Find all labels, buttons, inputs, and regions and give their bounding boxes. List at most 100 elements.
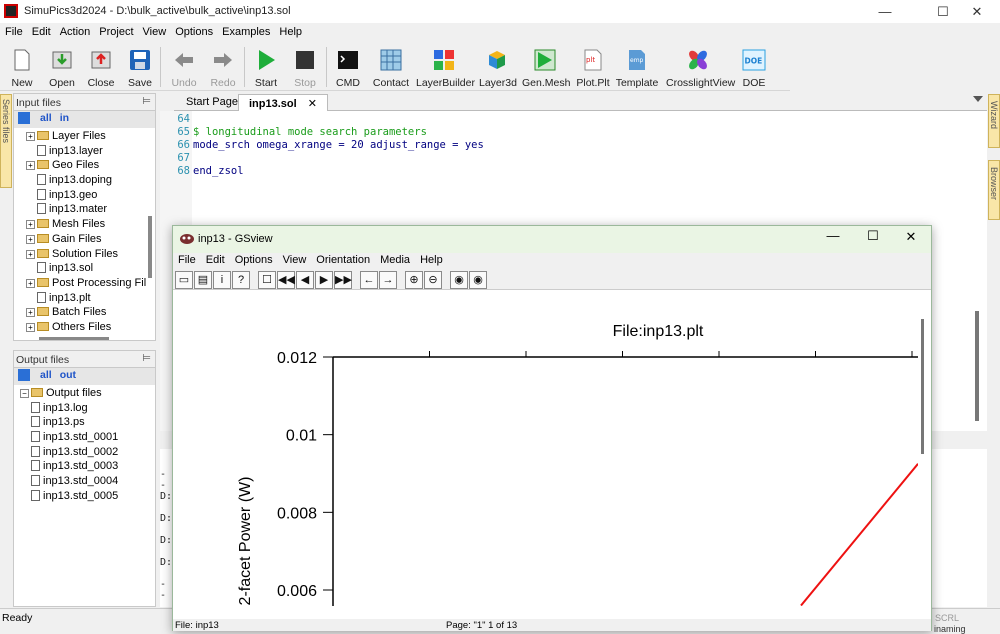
tree-item[interactable]: + Gain Files: [26, 233, 155, 248]
gs-find-icon[interactable]: ◉: [450, 271, 468, 289]
tree-item[interactable]: inp13.std_0004: [18, 475, 155, 490]
menu-examples[interactable]: Examples: [217, 24, 274, 38]
tree-item[interactable]: inp13.std_0005: [18, 489, 155, 505]
tree-item[interactable]: + Post Processing Fil: [26, 277, 155, 292]
gs-menu-view[interactable]: View: [278, 253, 312, 266]
doe-button[interactable]: DOE DOE: [739, 43, 769, 89]
close-button[interactable]: ✕: [954, 0, 1000, 23]
tree-item[interactable]: inp13.geo: [26, 188, 155, 204]
tree-item[interactable]: inp13.doping: [26, 174, 155, 189]
menu-action[interactable]: Action: [55, 24, 95, 38]
tree-item[interactable]: inp13.sol: [26, 262, 155, 277]
gs-goto-page-icon[interactable]: ☐: [258, 271, 276, 289]
gs-zoom-in-icon[interactable]: ⊕: [405, 271, 423, 289]
tree-item[interactable]: inp13.ps: [18, 416, 155, 431]
hscroll-thumb[interactable]: [39, 337, 109, 340]
layerbuilder-button[interactable]: LayerBuilder: [416, 43, 475, 89]
expand-toggle-icon[interactable]: −: [20, 389, 29, 398]
filter-out-button[interactable]: out: [60, 369, 76, 381]
series-files-side-tab[interactable]: Series files: [0, 94, 12, 188]
tree-item[interactable]: + Solution Files: [26, 248, 155, 263]
tree-item[interactable]: inp13.layer: [26, 144, 155, 160]
expand-toggle-icon[interactable]: +: [26, 234, 35, 244]
gsview-page-view[interactable]: File:inp13.plt 0.006 0.008 0.01 0.012 2-fac…: [173, 291, 931, 606]
tree-item[interactable]: inp13.std_0001: [18, 431, 155, 446]
close-file-button[interactable]: Close: [86, 43, 116, 89]
gs-last-page-icon[interactable]: ▶▶: [334, 271, 352, 289]
tree-item[interactable]: inp13.std_0003: [18, 460, 155, 475]
filter-in-button[interactable]: in: [60, 112, 69, 124]
gs-help-icon[interactable]: ?: [232, 271, 250, 289]
tree-item[interactable]: + Layer Files: [26, 130, 155, 145]
crosslightview-button[interactable]: CrosslightView: [666, 43, 735, 89]
tab-inp13-sol[interactable]: inp13.sol ✕: [238, 94, 328, 111]
save-button[interactable]: Save: [126, 43, 154, 89]
gs-menu-edit[interactable]: Edit: [201, 253, 230, 266]
redo-button[interactable]: Redo: [208, 43, 238, 89]
tree-item[interactable]: inp13.std_0002: [18, 445, 155, 461]
tree-item[interactable]: inp13.mater: [26, 203, 155, 218]
filter-all-button[interactable]: all: [40, 112, 52, 124]
gs-print-icon[interactable]: ▤: [194, 271, 212, 289]
expand-toggle-icon[interactable]: +: [26, 308, 35, 318]
editor-scrollbar-thumb[interactable]: [975, 311, 979, 421]
gs-prev-page-icon[interactable]: ◀: [296, 271, 314, 289]
gs-zoom-out-icon[interactable]: ⊖: [424, 271, 442, 289]
filter-all-button[interactable]: all: [40, 369, 52, 381]
tree-item[interactable]: + Batch Files: [26, 306, 155, 321]
menu-edit[interactable]: Edit: [27, 24, 55, 38]
tree-item[interactable]: inp13.plt: [26, 291, 155, 307]
gs-menu-options[interactable]: Options: [230, 253, 278, 266]
gs-menu-orientation[interactable]: Orientation: [311, 253, 375, 266]
open-button[interactable]: Open: [47, 43, 77, 89]
tree-item[interactable]: + Geo Files: [26, 159, 155, 174]
expand-toggle-icon[interactable]: +: [26, 161, 35, 171]
tree-item[interactable]: inp13.log: [18, 401, 155, 417]
stop-button[interactable]: Stop: [291, 43, 319, 89]
expand-toggle-icon[interactable]: +: [26, 249, 35, 259]
menu-project[interactable]: Project: [94, 24, 137, 38]
expand-toggle-icon[interactable]: +: [26, 132, 35, 141]
gsview-close-button[interactable]: ✕: [901, 229, 921, 245]
refresh-icon[interactable]: [18, 369, 30, 382]
gsview-maximize-button[interactable]: ☐: [863, 228, 883, 244]
expand-toggle-icon[interactable]: +: [26, 322, 35, 332]
menu-file[interactable]: File: [0, 24, 27, 38]
cmd-button[interactable]: CMD: [334, 43, 362, 89]
gsview-minimize-button[interactable]: —: [823, 228, 843, 243]
gs-first-page-icon[interactable]: ◀◀: [277, 271, 295, 289]
expand-toggle-icon[interactable]: +: [26, 278, 35, 288]
gs-menu-help[interactable]: Help: [415, 253, 448, 266]
gs-scrollbar-thumb[interactable]: [921, 319, 924, 454]
gs-forward-arrow-icon[interactable]: →: [379, 271, 397, 289]
gs-back-arrow-icon[interactable]: ←: [360, 271, 378, 289]
plotplt-button[interactable]: plt Plot.Plt: [575, 43, 611, 89]
close-tab-icon[interactable]: ✕: [308, 98, 317, 110]
pin-icon[interactable]: ⊨: [142, 96, 151, 107]
undo-button[interactable]: Undo: [169, 43, 199, 89]
gs-menu-file[interactable]: File: [173, 253, 201, 266]
pin-icon[interactable]: ⊨: [142, 353, 151, 364]
gs-find-next-icon[interactable]: ◉: [469, 271, 487, 289]
gs-menu-media[interactable]: Media: [375, 253, 415, 266]
menu-help[interactable]: Help: [274, 24, 306, 38]
gs-info-icon[interactable]: i: [213, 271, 231, 289]
refresh-icon[interactable]: [18, 112, 30, 125]
tab-list-dropdown-icon[interactable]: [973, 96, 983, 102]
expand-toggle-icon[interactable]: +: [26, 220, 35, 230]
tree-item[interactable]: + Mesh Files: [26, 218, 155, 233]
contact-button[interactable]: Contact: [371, 43, 411, 89]
new-button[interactable]: New: [8, 43, 36, 89]
browser-side-tab[interactable]: Browser: [988, 160, 1000, 220]
tree-item[interactable]: + Others Files: [26, 321, 155, 334]
menu-view[interactable]: View: [138, 24, 171, 38]
gs-next-page-icon[interactable]: ▶: [315, 271, 333, 289]
wizard-side-tab[interactable]: Wizard: [988, 94, 1000, 148]
start-button[interactable]: Start: [252, 43, 280, 89]
gs-open-icon[interactable]: ▭: [175, 271, 193, 289]
layer3d-button[interactable]: Layer3d: [479, 43, 517, 89]
minimize-button[interactable]: —: [862, 0, 908, 23]
genmesh-button[interactable]: Gen.Mesh: [522, 43, 570, 89]
tree-item[interactable]: − Output files: [18, 387, 155, 402]
template-button[interactable]: emp Template: [615, 43, 659, 89]
